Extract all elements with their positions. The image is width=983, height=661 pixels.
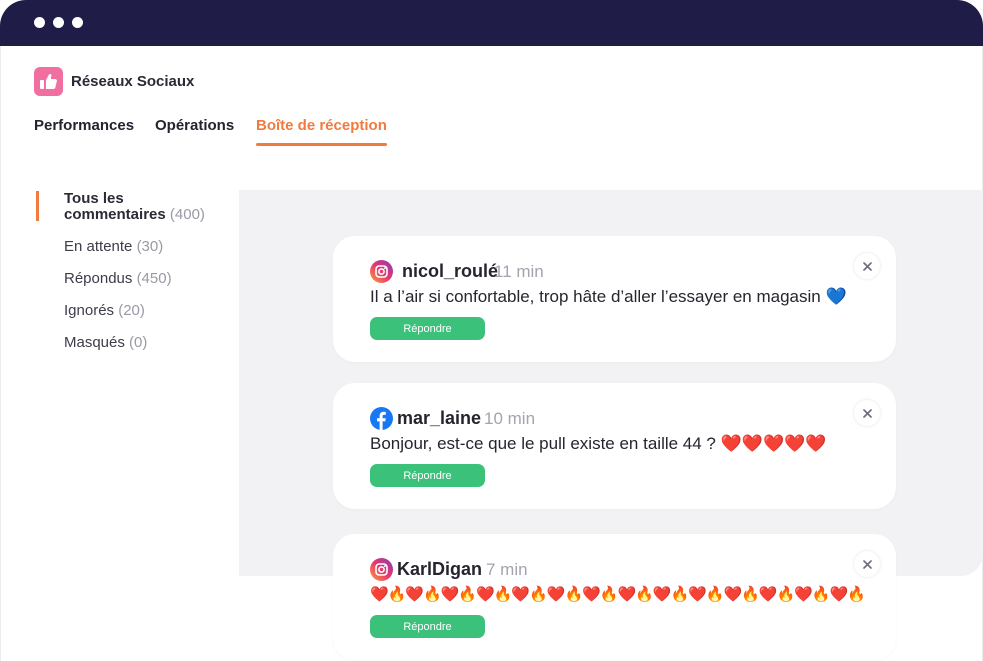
window-dot-icon	[34, 17, 45, 28]
filter-count: (450)	[136, 270, 172, 287]
filter-count: (400)	[169, 206, 205, 223]
window-title-bar	[0, 0, 983, 46]
comment-card: nicol_roulé 11 min Il a l’air si confort…	[333, 236, 896, 362]
facebook-icon	[370, 407, 393, 430]
comment-author[interactable]: mar_laine	[397, 408, 481, 429]
close-icon[interactable]	[854, 400, 880, 426]
reply-button[interactable]: Répondre	[370, 464, 485, 487]
reply-button[interactable]: Répondre	[370, 615, 485, 638]
instagram-icon	[370, 260, 393, 283]
comment-message: Bonjour, est-ce que le pull existe en ta…	[370, 434, 827, 453]
filter-pending[interactable]: En attente (30)	[64, 239, 163, 255]
comment-card: KarlDigan 7 min ❤️🔥❤️🔥❤️🔥❤️🔥❤️🔥❤️🔥❤️🔥❤️🔥…	[333, 534, 896, 660]
close-icon[interactable]	[854, 253, 880, 279]
comment-author[interactable]: nicol_roulé	[402, 261, 498, 282]
filter-label: Tous les commentaires	[64, 190, 166, 223]
comment-time: 11 min	[494, 262, 544, 281]
close-icon[interactable]	[854, 551, 880, 577]
filter-count: (30)	[136, 238, 164, 255]
window-dot-icon	[72, 17, 83, 28]
filter-all-comments[interactable]: Tous les commentaires (400)	[64, 191, 224, 223]
filter-label: Masqués	[64, 334, 125, 351]
tab-performances[interactable]: Performances	[34, 117, 134, 134]
filter-label: Ignorés	[64, 302, 115, 319]
active-filter-indicator	[36, 191, 39, 221]
tab-operations[interactable]: Opérations	[155, 117, 234, 134]
comment-time: 7 min	[486, 560, 528, 579]
tab-inbox[interactable]: Boîte de réception	[256, 117, 387, 134]
app-title: Réseaux Sociaux	[71, 73, 195, 90]
comment-time: 10 min	[484, 409, 536, 428]
comment-card: mar_laine 10 min Bonjour, est-ce que le …	[333, 383, 896, 509]
reply-button[interactable]: Répondre	[370, 317, 485, 340]
thumbs-up-icon	[34, 67, 63, 96]
window-dot-icon	[53, 17, 64, 28]
comment-message: ❤️🔥❤️🔥❤️🔥❤️🔥❤️🔥❤️🔥❤️🔥❤️🔥❤️🔥❤️🔥❤️🔥❤️🔥❤️🔥❤…	[370, 586, 866, 603]
filter-label: En attente	[64, 238, 133, 255]
comment-author[interactable]: KarlDigan	[397, 559, 482, 580]
instagram-icon	[370, 558, 393, 581]
filter-hidden[interactable]: Masqués (0)	[64, 335, 147, 351]
comment-message: Il a l’air si confortable, trop hâte d’a…	[370, 287, 847, 306]
filter-answered[interactable]: Répondus (450)	[64, 271, 172, 287]
filter-ignored[interactable]: Ignorés (20)	[64, 303, 145, 319]
filter-label: Répondus	[64, 270, 133, 287]
active-tab-indicator	[256, 143, 387, 146]
filter-count: (0)	[129, 334, 148, 351]
filter-count: (20)	[118, 302, 145, 319]
